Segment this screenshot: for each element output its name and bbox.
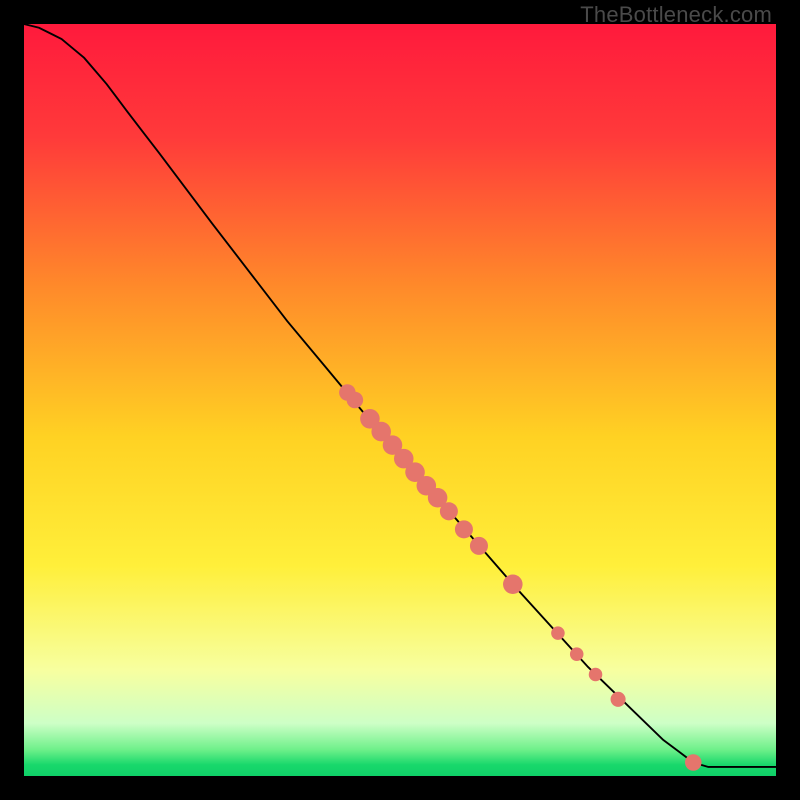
data-point — [347, 392, 364, 409]
data-point — [551, 626, 565, 640]
data-point — [470, 537, 488, 555]
data-point — [589, 668, 603, 682]
data-point — [611, 692, 626, 707]
data-point — [570, 647, 584, 661]
data-point — [685, 754, 702, 771]
bottleneck-chart — [24, 24, 776, 776]
data-point — [455, 520, 473, 538]
chart-frame — [24, 24, 776, 776]
data-point — [503, 574, 523, 594]
data-point — [440, 502, 458, 520]
gradient-background — [24, 24, 776, 776]
